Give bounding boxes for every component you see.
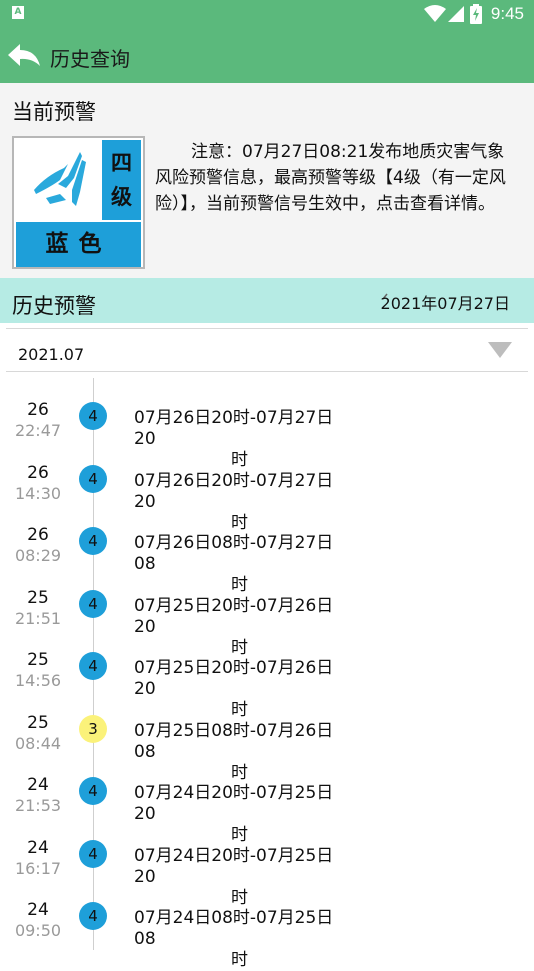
item-day: 25: [27, 712, 49, 733]
history-item[interactable]: 25 08:44 3 07月25日08时-07月26日08 时: [0, 701, 534, 783]
item-time: 22:47: [14, 421, 62, 440]
level-char-1: 四: [111, 151, 132, 175]
range-line-1: 07月26日20时-07月27日20: [134, 470, 334, 512]
item-time-range: 07月24日08时-07月25日08 时: [134, 908, 354, 971]
app-notification-icon: A: [12, 6, 24, 19]
item-time: 21:51: [14, 608, 62, 628]
item-time: 16:17: [14, 858, 62, 878]
signal-icon: [448, 6, 464, 22]
month-select-value: 2021.07: [18, 345, 85, 364]
item-day: 25: [27, 650, 49, 670]
item-time: 14:30: [14, 483, 62, 503]
date-picker[interactable]: 2021年07月27日: [381, 290, 510, 314]
level-dot: 4: [79, 777, 107, 805]
level-dot: 4: [79, 464, 107, 493]
range-line-1: 07月24日20时-07月25日20: [134, 783, 334, 824]
divider: [6, 371, 528, 372]
current-warning-title: 当前预警: [12, 100, 96, 124]
item-time: 09:50: [14, 921, 62, 940]
dropdown-triangle-icon: [488, 342, 512, 358]
item-time: 21:53: [14, 796, 62, 815]
level-dot: 4: [79, 902, 107, 930]
range-line-1: 07月25日20时-07月26日20: [134, 595, 334, 637]
range-line-1: 07月25日20时-07月26日20: [134, 658, 334, 699]
item-time: 14:56: [14, 671, 62, 690]
item-time: 08:29: [14, 546, 62, 565]
item-day: 24: [27, 775, 49, 795]
level-dot: 4: [79, 839, 107, 868]
range-line-1: 07月24日08时-07月25日08: [134, 908, 334, 949]
item-day: 24: [27, 900, 49, 920]
item-day: 26: [27, 462, 49, 483]
item-day: 26: [27, 400, 49, 420]
history-item[interactable]: 24 21:53 4 07月24日20时-07月25日20 时: [0, 763, 534, 845]
warning-level-badge[interactable]: 四 级 蓝色: [12, 136, 145, 269]
history-item[interactable]: 24 09:50 4 07月24日08时-07月25日08 时: [0, 888, 534, 970]
history-header: 历史预警 2021年07月27日: [0, 278, 534, 323]
history-item[interactable]: 26 08:29 4 07月26日08时-07月27日08 时: [0, 513, 534, 595]
level-char-2: 级: [111, 185, 132, 209]
warning-level-label: 四 级: [102, 140, 141, 220]
range-line-1: 07月26日20时-07月27日20: [134, 408, 334, 449]
history-item[interactable]: 24 16:17 4 07月24日20时-07月25日20 时: [0, 826, 534, 908]
level-dot: 4: [79, 589, 107, 618]
level-dot: 4: [79, 527, 107, 555]
history-item[interactable]: 26 22:47 4 07月26日20时-07月27日20 时: [0, 388, 534, 470]
level-dot: 4: [79, 402, 107, 430]
range-line-2: 时: [231, 950, 248, 970]
landslide-icon: [16, 140, 100, 220]
divider: [6, 328, 528, 329]
current-warning-section: 当前预警 四 级 蓝色 注意：07月27日08:21发布地质灾害气象风险预警信息…: [0, 83, 534, 278]
item-day: 26: [27, 525, 49, 545]
battery-charging-icon: [470, 4, 482, 24]
month-select[interactable]: 2021.07: [6, 330, 528, 370]
warning-color-label: 蓝色: [16, 222, 141, 267]
status-bar: A 9:45: [0, 0, 534, 28]
item-day: 25: [27, 587, 49, 608]
item-day: 24: [27, 837, 49, 858]
history-title: 历史预警: [12, 294, 96, 318]
app-bar: 历史查询: [0, 28, 534, 83]
level-dot: 4: [79, 652, 107, 680]
level-dot: 3: [79, 714, 107, 743]
range-line-1: 07月25日08时-07月26日08: [134, 720, 334, 762]
history-item[interactable]: 26 14:30 4 07月26日20时-07月27日20 时: [0, 451, 534, 533]
wifi-icon: [424, 5, 446, 22]
range-line-1: 07月24日20时-07月25日20: [134, 845, 334, 887]
current-warning-notice[interactable]: 注意：07月27日08:21发布地质灾害气象风险预警信息，最高预警等级【4级（有…: [155, 139, 521, 217]
range-line-1: 07月26日08时-07月27日08: [134, 533, 334, 574]
history-item[interactable]: 25 21:51 4 07月25日20时-07月26日20 时: [0, 576, 534, 658]
back-arrow-icon[interactable]: [6, 42, 42, 68]
page-title: 历史查询: [50, 47, 130, 71]
status-clock: 9:45: [490, 4, 524, 23]
item-time: 08:44: [14, 733, 62, 753]
history-item[interactable]: 25 14:56 4 07月25日20时-07月26日20 时: [0, 638, 534, 720]
